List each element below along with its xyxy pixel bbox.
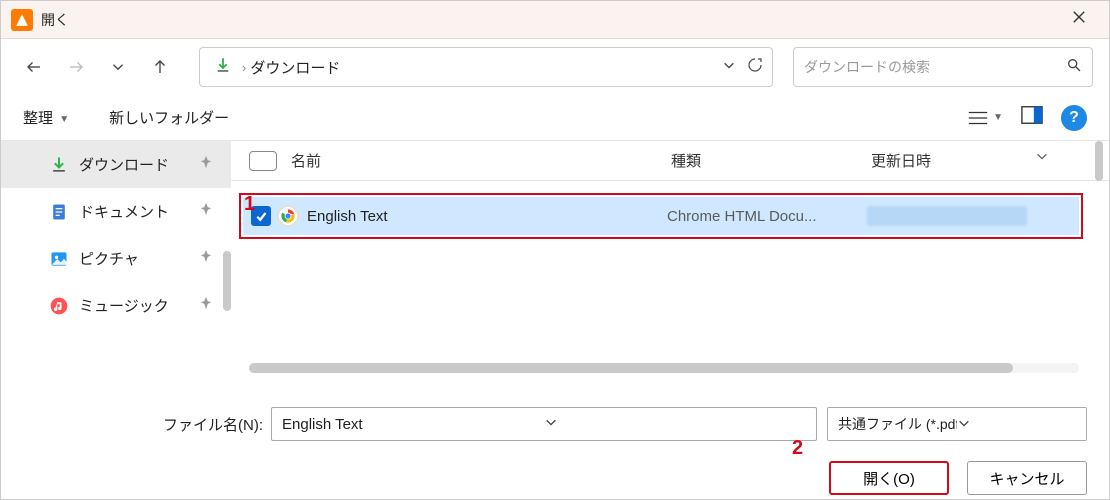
nav-forward-button[interactable] (59, 50, 93, 84)
sort-indicator-icon (1035, 149, 1049, 168)
sidebar-item-music[interactable]: ミュージック (1, 282, 231, 329)
list-header: 名前 種類 更新日時 (231, 141, 1109, 181)
sidebar-item-pictures[interactable]: ピクチャ (1, 235, 231, 282)
new-folder-button[interactable]: 新しいフォルダー (109, 107, 229, 128)
nav-recent-button[interactable] (101, 50, 135, 84)
file-list: 名前 種類 更新日時 English Text Chrome HTML Docu… (231, 141, 1109, 379)
close-icon[interactable] (1059, 10, 1099, 29)
sidebar-item-label: ドキュメント (79, 201, 169, 222)
column-date[interactable]: 更新日時 (871, 150, 1011, 171)
filename-input[interactable]: English Text (271, 407, 817, 441)
list-scrollbar[interactable] (1095, 141, 1103, 181)
pin-icon (199, 202, 213, 220)
file-type: Chrome HTML Docu... (667, 208, 867, 225)
filename-dropdown-icon[interactable] (544, 415, 806, 433)
nav-row: › ダウンロード (1, 39, 1109, 95)
organize-menu[interactable]: 整理 ▼ (23, 107, 69, 128)
filter-value: 共通ファイル (*.pdf *.fdf *.xfdf *.x (838, 414, 957, 434)
filetype-filter[interactable]: 共通ファイル (*.pdf *.fdf *.xfdf *.x (827, 407, 1087, 441)
search-input[interactable] (804, 59, 1066, 75)
sidebar: ダウンロード ドキュメント ピクチャ ミュージック (1, 141, 231, 379)
sidebar-item-documents[interactable]: ドキュメント (1, 188, 231, 235)
address-dropdown[interactable] (722, 58, 736, 77)
file-name: English Text (307, 208, 667, 225)
cancel-button[interactable]: キャンセル (967, 461, 1087, 495)
document-icon (49, 202, 69, 222)
download-icon (49, 155, 69, 175)
open-button[interactable]: 開く(O) (829, 461, 949, 495)
column-type[interactable]: 種類 (671, 150, 871, 171)
sidebar-item-label: ピクチャ (79, 248, 139, 269)
pin-icon (199, 296, 213, 314)
titlebar: 開く (1, 1, 1109, 39)
sidebar-item-label: ミュージック (79, 295, 169, 316)
music-icon (49, 296, 69, 316)
address-bar[interactable]: › ダウンロード (199, 47, 773, 87)
filter-dropdown-icon[interactable] (957, 416, 1076, 433)
preview-pane-button[interactable] (1021, 105, 1043, 130)
toolbar: 整理 ▼ 新しいフォルダー ▼ ? (1, 95, 1109, 141)
refresh-button[interactable] (746, 56, 764, 79)
search-box[interactable] (793, 47, 1093, 87)
sidebar-item-downloads[interactable]: ダウンロード (1, 141, 231, 188)
annotation-2: 2 (792, 437, 803, 460)
search-icon[interactable] (1066, 57, 1082, 78)
annotation-highlight-1: English Text Chrome HTML Docu... (239, 193, 1083, 239)
nav-up-button[interactable] (143, 50, 177, 84)
download-icon (214, 56, 232, 79)
nav-back-button[interactable] (17, 50, 51, 84)
picture-icon (49, 249, 69, 269)
breadcrumb-separator: › (242, 60, 246, 75)
filename-label: ファイル名(N): (163, 414, 263, 435)
chrome-icon (277, 205, 299, 227)
app-icon (11, 9, 33, 31)
help-button[interactable]: ? (1061, 105, 1087, 131)
horizontal-scrollbar[interactable] (249, 363, 1079, 373)
filename-value: English Text (282, 416, 544, 433)
footer: ファイル名(N): English Text 共通ファイル (*.pdf *.f… (1, 379, 1109, 499)
view-mode-button[interactable]: ▼ (967, 108, 1003, 128)
sidebar-scrollbar[interactable] (223, 251, 231, 311)
select-all-checkbox[interactable] (249, 151, 277, 171)
column-name[interactable]: 名前 (291, 150, 671, 171)
pin-icon (199, 155, 213, 173)
file-row[interactable]: English Text Chrome HTML Docu... (243, 197, 1079, 235)
file-date-redacted (867, 206, 1027, 226)
breadcrumb[interactable]: ダウンロード (250, 57, 340, 78)
annotation-1: 1 (244, 193, 255, 216)
window-title: 開く (41, 10, 1059, 30)
pin-icon (199, 249, 213, 267)
sidebar-item-label: ダウンロード (79, 154, 169, 175)
